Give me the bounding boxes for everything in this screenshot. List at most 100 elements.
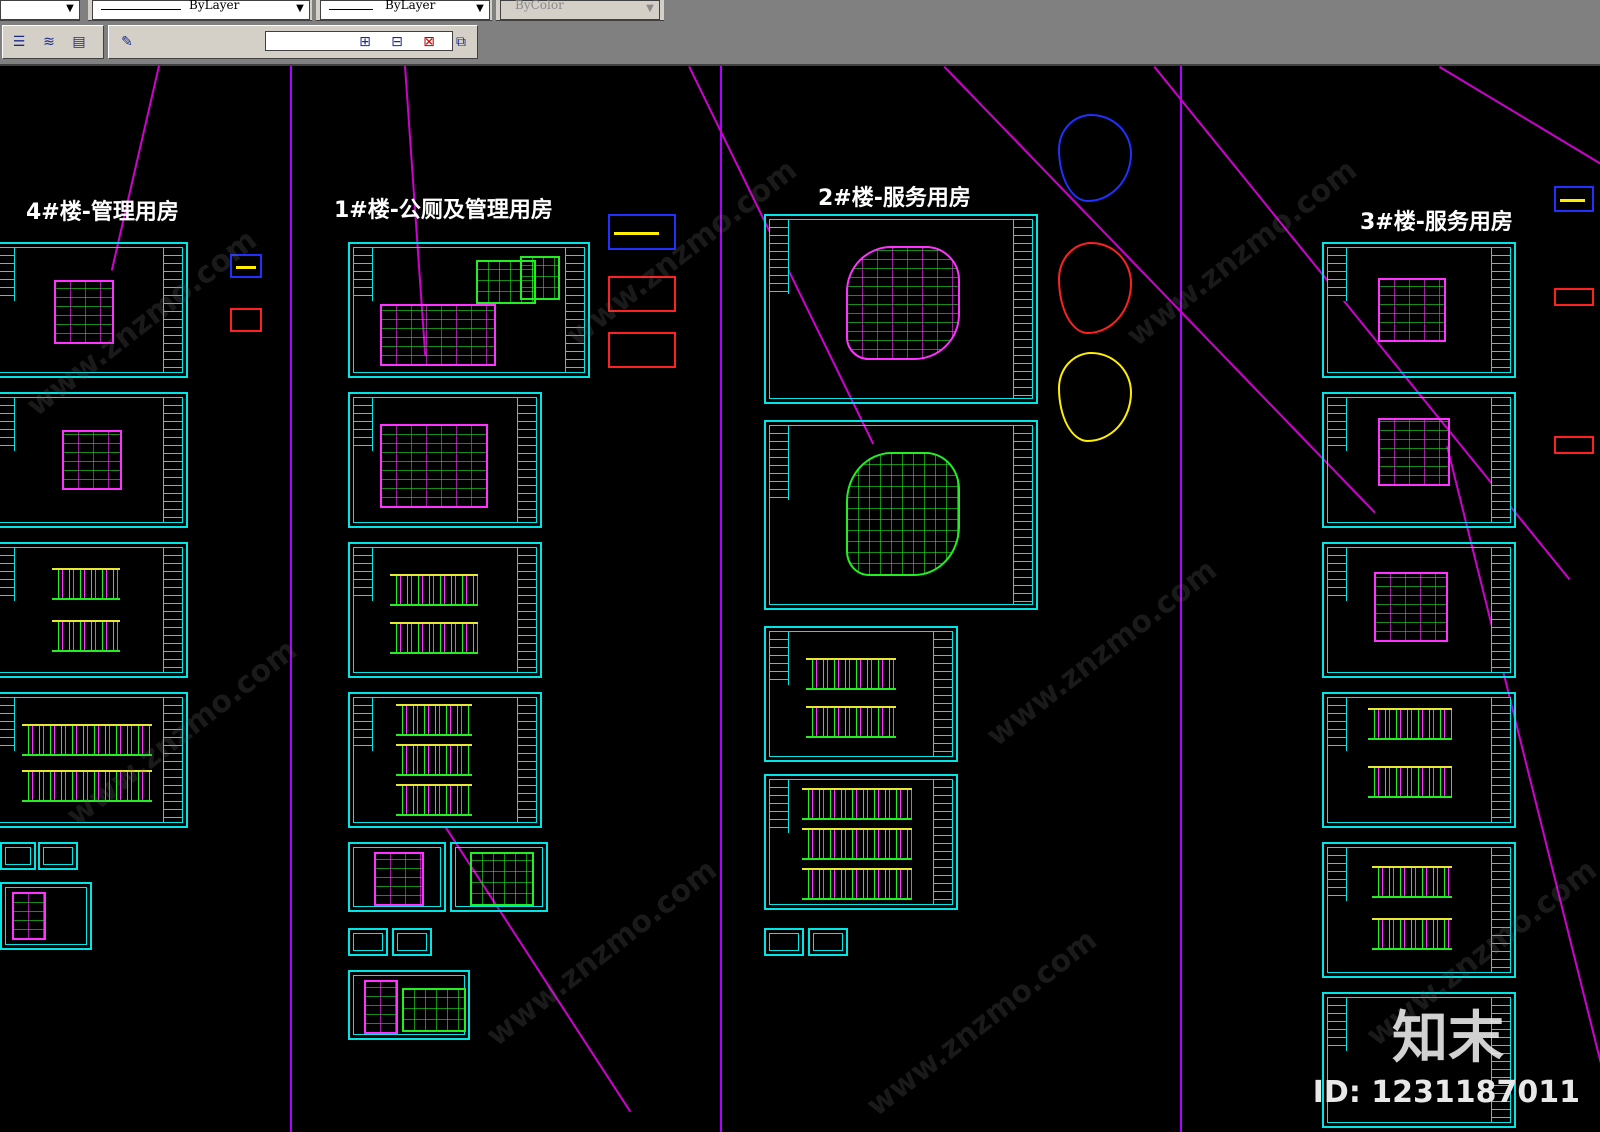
legend-tag[interactable] [1554, 436, 1594, 454]
floor-plan [520, 256, 560, 300]
detail-sheet[interactable] [808, 928, 848, 956]
column-divider [290, 66, 292, 1132]
detail-sheet[interactable] [348, 842, 446, 912]
lineweight-preview [329, 9, 373, 10]
chevron-down-icon[interactable]: ▼ [643, 2, 657, 16]
title-building-3: 3#楼-服务用房 [1360, 210, 1513, 235]
linetype-combo[interactable]: ByLayer ▼ [92, 0, 310, 20]
watermark-logo: 知末 [1392, 1006, 1504, 1071]
elevation-drawing [1372, 918, 1452, 950]
sheet-title-block [1328, 398, 1347, 451]
detail-drawing [470, 852, 534, 906]
floor-plan [846, 246, 960, 360]
layer-states-icon[interactable]: ≋ [37, 30, 61, 54]
drawing-sheet[interactable] [764, 774, 958, 910]
legend-tag[interactable] [1554, 288, 1594, 306]
sheet-title-block [770, 426, 789, 501]
elevation-drawing [52, 568, 120, 600]
elevation-drawing [806, 706, 896, 738]
image-id-label: ID: 1231187011 [1312, 1075, 1580, 1110]
sheet-title-block [354, 698, 373, 751]
drawing-sheet[interactable] [1322, 242, 1516, 378]
sheet-title-block [1491, 548, 1510, 672]
sheet-title-block [770, 632, 789, 685]
detail-drawing [364, 980, 398, 1034]
elevation-drawing [802, 828, 912, 860]
sheet-title-block [517, 398, 536, 522]
sheet-title-block [0, 398, 15, 451]
drawing-sheet[interactable] [348, 542, 542, 678]
drawing-sheet[interactable] [764, 420, 1038, 610]
detail-sheet[interactable] [0, 842, 36, 870]
add-item-icon[interactable]: ⊞ [353, 30, 377, 54]
sheet-title-block [1013, 426, 1032, 604]
floor-plan [1378, 278, 1446, 342]
sheet-title-block [0, 248, 15, 301]
detail-drawing [12, 892, 46, 940]
properties-toolbar: ▼ ByLayer ▼ ByLayer ▼ ByColor ▼ [0, 0, 1600, 22]
legend-tag[interactable] [230, 308, 262, 332]
leader-line [1438, 66, 1600, 166]
title-building-1: 1#楼-公厕及管理用房 [334, 198, 553, 223]
edit-item-icon[interactable]: ⊟ [385, 30, 409, 54]
zone-outline[interactable] [1058, 114, 1132, 202]
detail-sheet[interactable] [0, 882, 92, 950]
layers-toolbar: ☰ ≋ ▤ ✎ ⊞ ⊟ ⊠ ⧉ [0, 22, 1600, 66]
sheet-title-block [1328, 548, 1347, 601]
elevation-drawing [396, 784, 472, 816]
detail-drawing [374, 852, 424, 906]
drawing-sheet[interactable] [348, 692, 542, 828]
delete-item-icon[interactable]: ⊠ [417, 30, 441, 54]
edit-properties-icon[interactable]: ✎ [115, 30, 139, 54]
drawing-sheet[interactable] [764, 214, 1038, 404]
linetype-value: ByLayer [189, 0, 240, 12]
elevation-drawing [390, 622, 478, 654]
legend-tag[interactable] [1554, 186, 1594, 212]
color-combo[interactable]: ▼ [0, 0, 80, 20]
drawing-sheet[interactable] [1322, 542, 1516, 678]
title-building-2: 2#楼-服务用房 [818, 186, 971, 211]
detail-drawing [402, 988, 466, 1032]
detail-sheet[interactable] [450, 842, 548, 912]
detail-sheet[interactable] [392, 928, 432, 956]
chevron-down-icon[interactable]: ▼ [63, 2, 77, 16]
drawing-sheet[interactable] [0, 542, 188, 678]
model-space-canvas[interactable]: 4#楼-管理用房 1#楼-公厕及管理用房 2#楼-服务用房 3#楼-服务用房 w… [0, 65, 1600, 1132]
zone-outline[interactable] [1058, 242, 1132, 334]
drawing-sheet[interactable] [1322, 692, 1516, 828]
drawing-sheet[interactable] [348, 242, 590, 378]
sheet-title-block [1491, 698, 1510, 822]
detail-sheet[interactable] [764, 928, 804, 956]
detail-sheet[interactable] [348, 928, 388, 956]
sheet-title-block [1328, 248, 1347, 301]
elevation-drawing [1372, 866, 1452, 898]
lineweight-combo[interactable]: ByLayer ▼ [320, 0, 490, 20]
chevron-down-icon[interactable]: ▼ [293, 2, 307, 16]
legend-tag[interactable] [608, 332, 676, 368]
linetype-panel: ByLayer ▼ [88, 0, 312, 21]
copy-item-icon[interactable]: ⧉ [449, 30, 473, 54]
floor-plan [380, 424, 488, 508]
sheet-title-block [1491, 398, 1510, 522]
sheet-title-block [933, 780, 952, 904]
named-objects-bar: ✎ ⊞ ⊟ ⊠ ⧉ [108, 25, 478, 59]
zone-outline[interactable] [1058, 352, 1132, 442]
sheet-title-block [517, 698, 536, 822]
elevation-drawing [1368, 766, 1452, 798]
detail-sheet[interactable] [38, 842, 78, 870]
chevron-down-icon[interactable]: ▼ [473, 2, 487, 16]
layer-manager-icon[interactable]: ☰ [7, 30, 31, 54]
drawing-sheet[interactable] [0, 392, 188, 528]
elevation-drawing [802, 788, 912, 820]
layer-previous-icon[interactable]: ▤ [67, 30, 91, 54]
drawing-sheet[interactable] [348, 392, 542, 528]
drawing-sheet[interactable] [1322, 392, 1516, 528]
drawing-sheet[interactable] [764, 626, 958, 762]
detail-sheet[interactable] [348, 970, 470, 1040]
sheet-title-block [163, 398, 182, 522]
sheet-title-block [933, 632, 952, 756]
elevation-drawing [802, 868, 912, 900]
elevation-drawing [390, 574, 478, 606]
floor-plan [1374, 572, 1448, 642]
plotstyle-combo[interactable]: ByColor ▼ [500, 0, 660, 20]
